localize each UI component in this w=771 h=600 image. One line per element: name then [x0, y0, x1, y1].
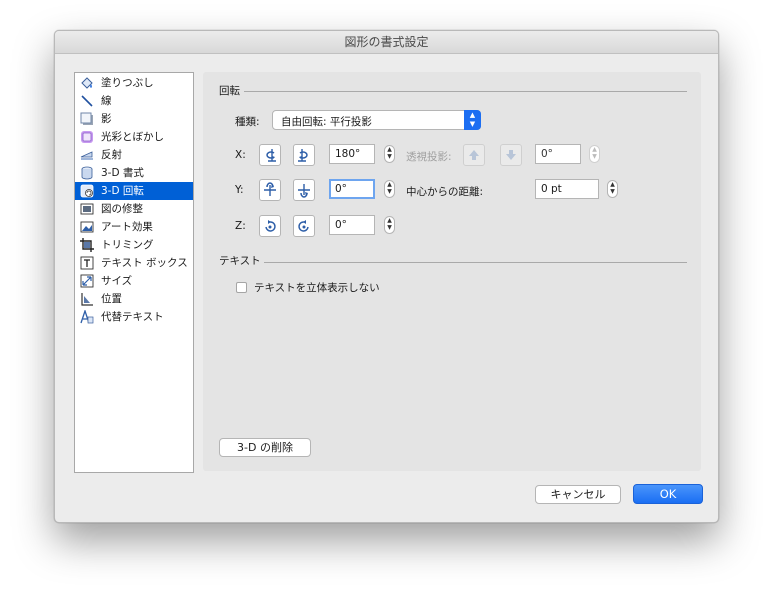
clear-3d-button[interactable]: 3-D の削除: [219, 438, 311, 457]
preset-label: 種類:: [235, 116, 260, 128]
sidebar-item-line[interactable]: 線: [75, 92, 193, 110]
size-icon: [80, 274, 94, 288]
sidebar-item-picture-correction[interactable]: 図の修整: [75, 200, 193, 218]
sidebar-item-label: 3-D 書式: [101, 167, 144, 179]
3d-rotation-panel: 回転 種類: 自由回転: 平行投影 ▲ ▼ X: 180° ▲ ▼ 透視投影: 0°…: [203, 72, 701, 471]
keep-text-flat-label: テキストを立体表示しない: [254, 282, 380, 294]
rotate-left-z-icon: [265, 220, 276, 232]
sidebar-item-shadow[interactable]: 影: [75, 110, 193, 128]
text-section-title: テキスト: [219, 255, 261, 267]
text-box-icon: [80, 256, 94, 270]
sidebar-item-label: サイズ: [101, 275, 133, 287]
rotate-right-x-icon: [298, 149, 308, 162]
perspective-widen-button[interactable]: [500, 144, 522, 166]
rotate-right-z-icon: [298, 220, 309, 232]
sidebar-item-label: 代替テキスト: [101, 311, 164, 323]
sidebar-item-size[interactable]: サイズ: [75, 272, 193, 290]
sidebar-item-position[interactable]: 位置: [75, 290, 193, 308]
x-rotation-field[interactable]: 180°: [329, 144, 375, 164]
alt-text-icon: [80, 308, 94, 324]
glow-icon: [80, 130, 94, 144]
rotate-up-y-icon: [264, 182, 276, 196]
keep-text-flat-checkbox[interactable]: [236, 282, 247, 293]
sidebar-item-label: 光彩とぼかし: [101, 131, 164, 143]
perspective-up-icon: [469, 150, 479, 160]
perspective-label: 透視投影:: [406, 151, 452, 163]
line-icon: [80, 94, 94, 108]
z-rotate-left-button[interactable]: [259, 215, 281, 237]
y-rotation-stepper[interactable]: ▲ ▼: [384, 180, 395, 198]
perspective-down-icon: [506, 150, 516, 160]
distance-field[interactable]: 0 pt: [535, 179, 599, 199]
preset-popup[interactable]: 自由回転: 平行投影 ▲ ▼: [272, 110, 481, 130]
chevron-updown-icon: ▲ ▼: [464, 110, 481, 130]
z-rotation-label: Z:: [235, 220, 246, 232]
position-icon: [80, 292, 94, 306]
x-rotate-right-button[interactable]: [293, 144, 315, 166]
preset-value: 自由回転: 平行投影: [281, 116, 372, 128]
reflection-icon: [80, 148, 94, 162]
sidebar-item-reflection[interactable]: 反射: [75, 146, 193, 164]
y-rotate-up-button[interactable]: [259, 179, 281, 201]
crop-icon: [80, 238, 94, 252]
section-divider: [244, 91, 687, 92]
perspective-stepper[interactable]: ▲ ▼: [589, 145, 600, 163]
rotate-left-x-icon: [266, 149, 276, 162]
sidebar-item-3d-format[interactable]: 3-D 書式: [75, 164, 193, 182]
cancel-button[interactable]: キャンセル: [535, 485, 621, 504]
3d-rotation-icon: [80, 184, 94, 198]
sidebar-item-label: テキスト ボックス: [101, 257, 188, 269]
perspective-field[interactable]: 0°: [535, 144, 581, 164]
z-rotate-right-button[interactable]: [293, 215, 315, 237]
y-rotation-field[interactable]: 0°: [329, 179, 375, 199]
sidebar-item-label: 位置: [101, 293, 122, 305]
sidebar-item-artistic-effects[interactable]: アート効果: [75, 218, 193, 236]
y-rotate-down-button[interactable]: [293, 179, 315, 201]
sidebar-item-label: 3-D 回転: [101, 185, 144, 197]
z-rotation-stepper[interactable]: ▲ ▼: [384, 216, 395, 234]
ok-button[interactable]: OK: [633, 484, 703, 504]
sidebar-item-3d-rotation[interactable]: 3-D 回転: [75, 182, 193, 200]
perspective-narrow-button[interactable]: [463, 144, 485, 166]
sidebar-item-alt-text[interactable]: 代替テキスト: [75, 308, 193, 326]
sidebar-item-fill[interactable]: 塗りつぶし: [75, 74, 193, 92]
rotation-section-title: 回転: [219, 85, 240, 97]
x-rotation-label: X:: [235, 149, 246, 161]
sidebar-item-label: 反射: [101, 149, 122, 161]
sidebar: 塗りつぶし 線 影 光彩とぼかし 反射 3-D 書式 3-D 回転 図の修整 ア…: [74, 72, 194, 473]
sidebar-item-glow[interactable]: 光彩とぼかし: [75, 128, 193, 146]
sidebar-item-crop[interactable]: トリミング: [75, 236, 193, 254]
sidebar-item-label: 影: [101, 113, 112, 125]
sidebar-item-label: 図の修整: [101, 203, 143, 215]
y-rotation-label: Y:: [235, 184, 244, 196]
window-title: 図形の書式設定: [55, 31, 718, 54]
z-rotation-field[interactable]: 0°: [329, 215, 375, 235]
paint-bucket-icon: [80, 76, 94, 90]
rotate-down-y-icon: [298, 184, 310, 198]
sidebar-item-text-box[interactable]: テキスト ボックス: [75, 254, 193, 272]
sidebar-item-label: 線: [101, 95, 112, 107]
format-shape-dialog: 図形の書式設定 塗りつぶし 線 影 光彩とぼかし 反射 3-D 書式 3-D 回…: [54, 30, 719, 523]
sidebar-item-label: 塗りつぶし: [101, 77, 154, 89]
sidebar-item-label: トリミング: [101, 239, 154, 251]
sidebar-item-label: アート効果: [101, 221, 153, 233]
artistic-effects-icon: [80, 220, 94, 234]
distance-stepper[interactable]: ▲ ▼: [607, 180, 618, 198]
shadow-icon: [80, 112, 94, 126]
section-divider: [264, 262, 687, 263]
distance-label: 中心からの距離:: [406, 186, 484, 198]
x-rotation-stepper[interactable]: ▲ ▼: [384, 145, 395, 163]
3d-format-icon: [80, 166, 94, 180]
picture-correction-icon: [80, 202, 94, 216]
x-rotate-left-button[interactable]: [259, 144, 281, 166]
